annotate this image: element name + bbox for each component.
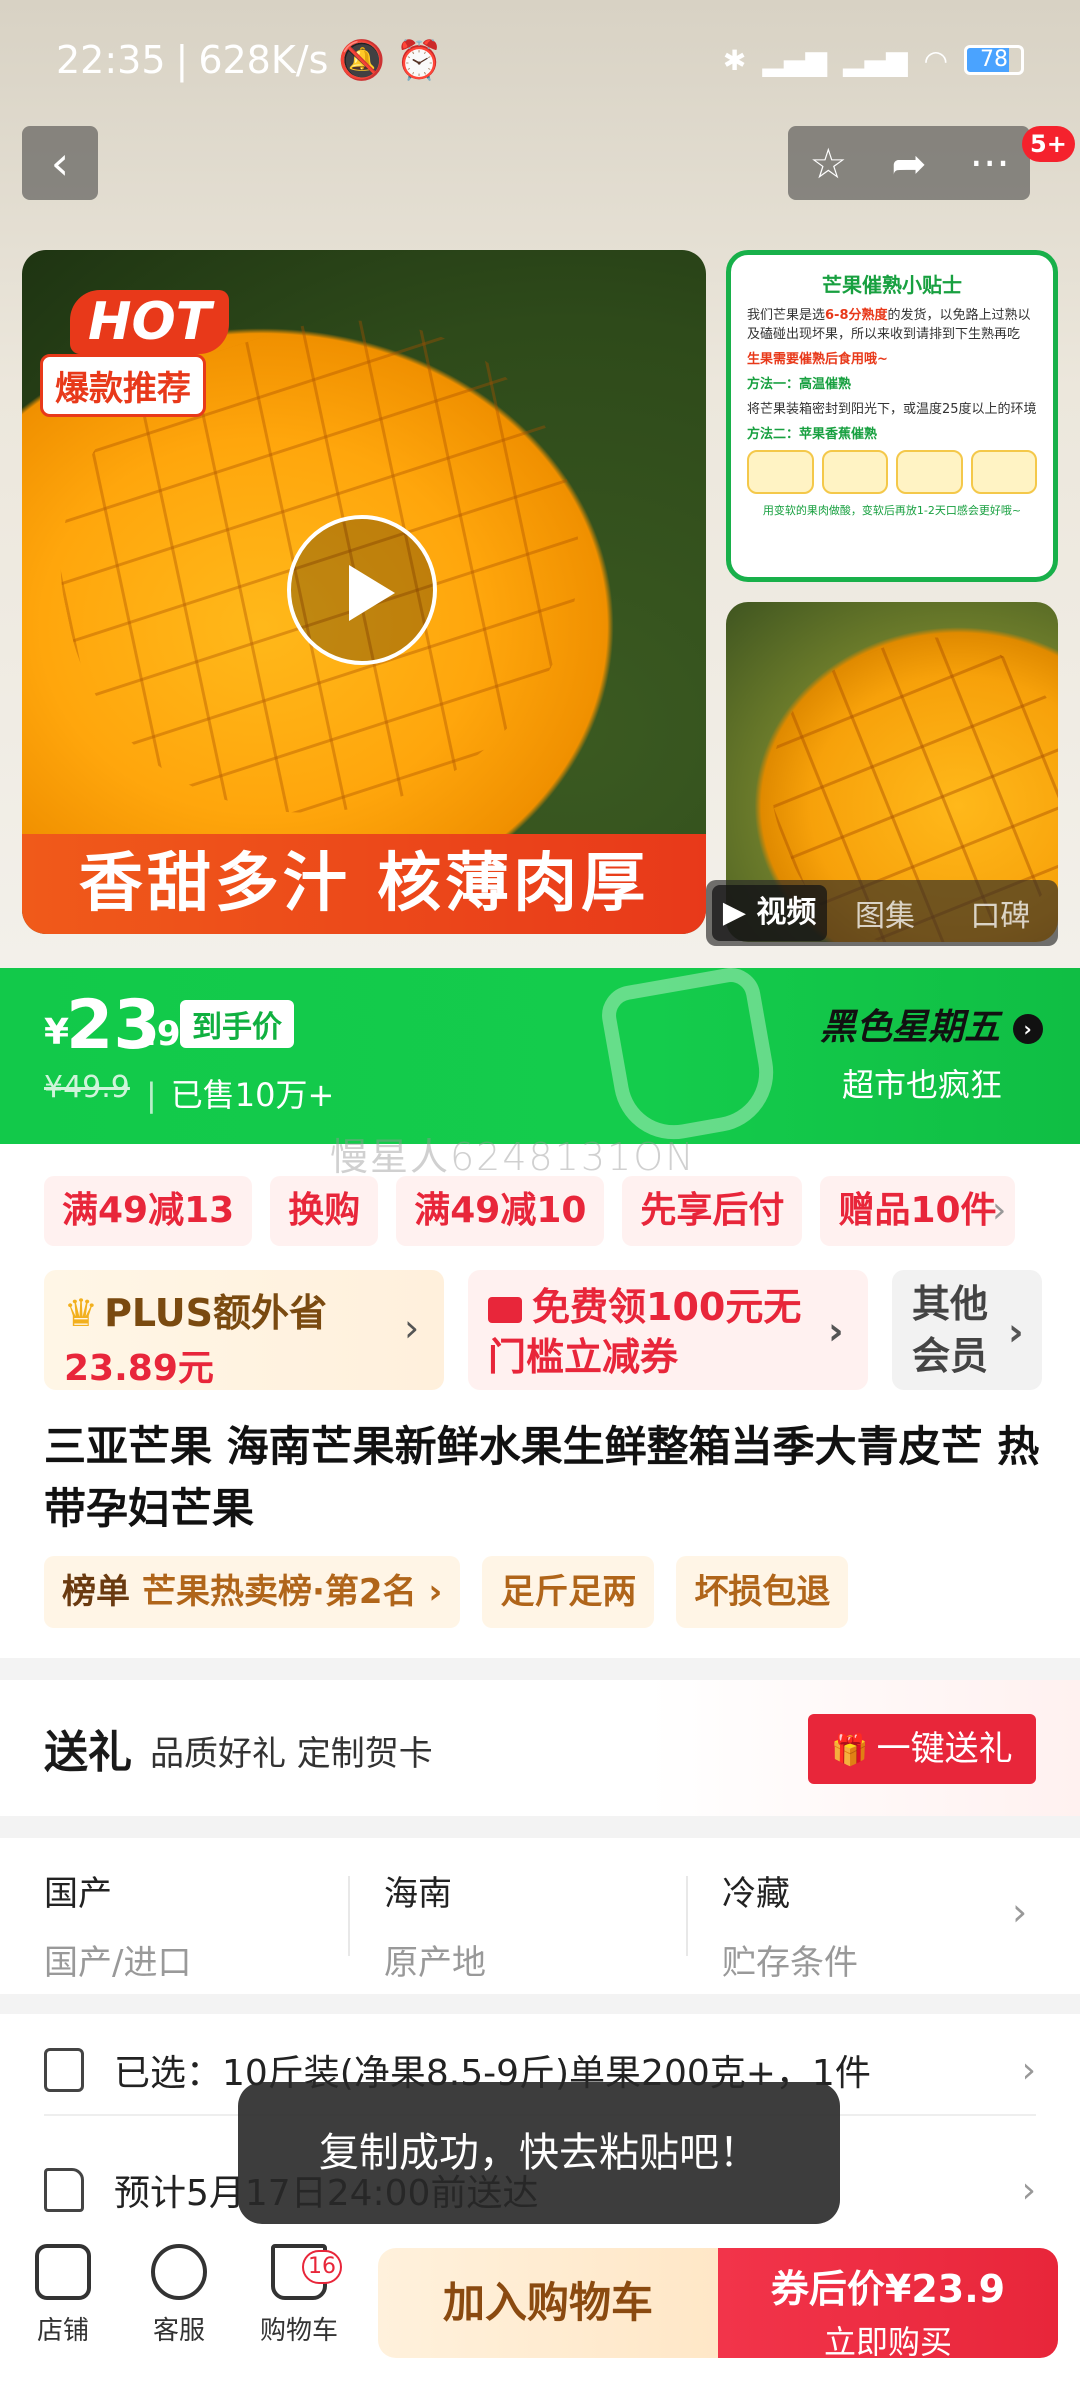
product-title[interactable]: 三亚芒果 海南芒果新鲜水果生鲜整箱当季大青皮芒 热带孕妇芒果: [44, 1416, 1044, 1540]
price-decimal: .9: [144, 1014, 181, 1054]
crown-icon: ♛: [64, 1291, 99, 1335]
coupon-row: 满49减13 换购 满49减10 先享后付 赠品10件: [44, 1176, 1044, 1246]
bottom-action-bar: 店铺 客服 购物车 16 加入购物车 券后价¥23.9 立即购买: [0, 2230, 1080, 2400]
status-time: 22:35: [56, 38, 166, 82]
chevron-right-icon: ›: [1012, 1014, 1043, 1044]
play-video-button[interactable]: [287, 515, 437, 665]
chevron-right-icon: ›: [1021, 2169, 1036, 2211]
watermark-text: 慢星人6248131ON: [330, 1135, 696, 1179]
service-icon: [151, 2244, 207, 2300]
attribute-origin: 海南 原产地: [384, 1874, 486, 1983]
price-bar: ¥ 23 .9 到手价 ¥49.9 已售10万+ 黑色星期五 › 超市也疯狂: [0, 963, 1080, 1149]
add-to-cart-button[interactable]: 加入购物车: [378, 2248, 718, 2358]
chevron-right-icon: ›: [1012, 1890, 1028, 1934]
chevron-right-icon: ›: [404, 1306, 420, 1350]
chevron-right-icon: ›: [1008, 1310, 1024, 1354]
service-tag: 足斤足两: [482, 1556, 655, 1628]
free-coupon-card[interactable]: 免费领100元无 门槛立减券 ›: [468, 1270, 868, 1390]
copy-success-toast: 复制成功，快去粘贴吧！: [238, 2082, 840, 2224]
network-speed: 628K/s: [198, 38, 329, 82]
ranking-tag[interactable]: 榜单 芒果热卖榜·第2名 ›: [44, 1556, 461, 1628]
shop-button[interactable]: 店铺: [8, 2244, 118, 2347]
media-tabs: ▶ 视频 图集 口碑: [706, 880, 1058, 946]
promo-subtitle: 超市也疯狂: [842, 1066, 1003, 1104]
customer-service-button[interactable]: 客服: [124, 2244, 234, 2347]
coupon-item[interactable]: 先享后付: [622, 1176, 803, 1246]
buy-now-button[interactable]: 券后价¥23.9 立即购买: [718, 2248, 1058, 2361]
shop-icon: [35, 2244, 91, 2300]
alarm-icon: ⏰: [395, 37, 444, 82]
back-button[interactable]: ‹: [22, 126, 98, 200]
truck-icon: [44, 2168, 84, 2212]
more-icon: ···: [969, 138, 1010, 188]
share-icon: ➦: [891, 138, 927, 188]
ripening-tips-thumbnail[interactable]: 芒果催熟小贴士 我们芒果是选6-8分熟度的发货，以免路上过熟以及磕碰出现坏果，所…: [726, 250, 1058, 582]
status-bar: 22:35 | 628K/s 🔕 ⏰ ✱ ▂▄▆ ▂▄▆ ◠ 78: [0, 0, 1080, 120]
chevron-left-icon: ‹: [50, 136, 70, 190]
service-tag: 坏损包退: [676, 1556, 849, 1628]
bluetooth-icon: ✱: [722, 43, 747, 77]
image-slogan: 香甜多汁 核薄肉厚: [22, 834, 706, 934]
original-price: ¥49.9: [44, 1070, 130, 1105]
promo-banner[interactable]: 黑色星期五 ›: [820, 998, 1043, 1050]
attribute-storage: 冷藏 贮存条件: [722, 1874, 858, 1983]
final-price-tag: 到手价: [180, 1000, 294, 1048]
mute-icon: 🔕: [338, 37, 386, 82]
send-gift-button[interactable]: 🎁 一键送礼: [808, 1714, 1036, 1784]
attribute-origin-type: 国产 国产/进口: [44, 1874, 192, 1983]
hot-tag: HOT 爆款推荐: [40, 290, 250, 420]
top-actions: ☆ ➦ ···: [788, 126, 1030, 200]
clipboard-icon: [44, 2048, 84, 2092]
star-icon: ☆: [809, 138, 848, 188]
chevron-right-icon: ›: [828, 1309, 844, 1353]
coupon-icon: [488, 1296, 522, 1323]
member-row: ♛ PLUS额外省 23.89元 › 免费领100元无 门槛立减券 › 其他 会员…: [44, 1270, 1044, 1390]
gift-subtitle: 品质好礼 定制贺卡: [150, 1734, 433, 1774]
hero-gallery: 22:35 | 628K/s 🔕 ⏰ ✱ ▂▄▆ ▂▄▆ ◠ 78 ‹ ☆ ➦ …: [0, 0, 1080, 968]
more-button[interactable]: ···: [949, 126, 1030, 200]
signal-icon: ▂▄▆: [762, 43, 827, 77]
gift-icon: 🎁: [831, 1733, 869, 1768]
favorite-button[interactable]: ☆: [788, 126, 869, 200]
gift-row: 送礼 品质好礼 定制贺卡 🎁 一键送礼: [0, 1680, 1080, 1816]
message-badge: 5+: [1022, 126, 1075, 162]
main-product-image[interactable]: HOT 爆款推荐 香甜多汁 核薄肉厚: [22, 250, 706, 934]
tab-video[interactable]: ▶ 视频: [712, 885, 828, 941]
gift-title: 送礼: [44, 1727, 132, 1778]
tab-gallery[interactable]: 图集: [827, 891, 942, 935]
other-membership-card[interactable]: 其他 会员 ›: [892, 1270, 1042, 1390]
coupon-item[interactable]: 满49减10: [396, 1176, 605, 1246]
cart-count-badge: 16: [302, 2250, 342, 2284]
coupon-item[interactable]: 换购: [270, 1176, 379, 1246]
coupon-more-chevron-icon[interactable]: ›: [992, 1190, 1006, 1231]
wifi-icon: ◠: [923, 43, 948, 77]
chevron-right-icon: ›: [1021, 2049, 1036, 2091]
coupon-item[interactable]: 满49减13: [44, 1176, 253, 1246]
plus-savings-card[interactable]: ♛ PLUS额外省 23.89元 ›: [44, 1270, 444, 1390]
product-tags: 榜单 芒果热卖榜·第2名 › 足斤足两 坏损包退: [44, 1556, 849, 1628]
share-button[interactable]: ➦: [869, 126, 950, 200]
battery-icon: 78: [964, 45, 1024, 75]
attributes-row[interactable]: 国产 国产/进口 海南 原产地 冷藏 贮存条件 ›: [0, 1838, 1080, 1994]
cart-icon: [597, 963, 783, 1149]
coupon-item[interactable]: 赠品10件: [820, 1176, 1015, 1246]
sold-count: 已售10万+: [146, 1070, 335, 1116]
tab-reviews[interactable]: 口碑: [943, 891, 1058, 935]
signal-icon-2: ▂▄▆: [842, 43, 908, 77]
